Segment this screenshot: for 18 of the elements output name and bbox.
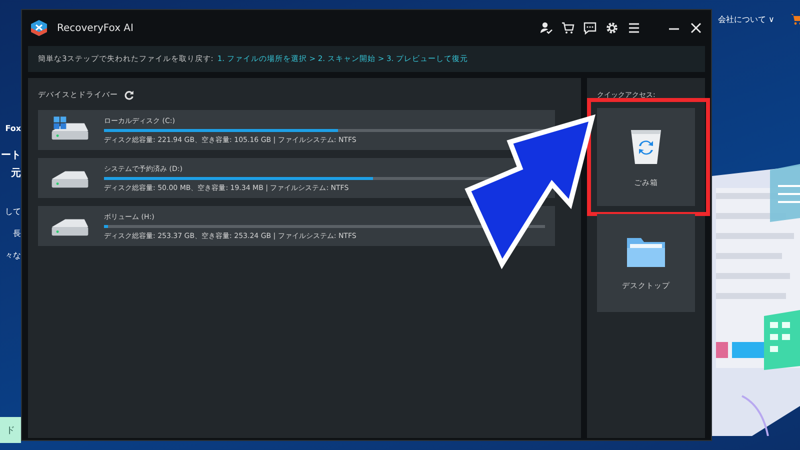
- settings-icon[interactable]: [605, 21, 619, 35]
- chat-icon[interactable]: [583, 21, 597, 35]
- page-text: 々な: [4, 250, 21, 262]
- folder-icon: [626, 235, 666, 269]
- cart-icon[interactable]: [561, 21, 575, 35]
- page-text: 元: [10, 167, 21, 181]
- menu-icon[interactable]: [627, 21, 641, 35]
- user-check-icon[interactable]: [539, 21, 553, 35]
- refresh-icon[interactable]: [124, 90, 134, 100]
- page-text: ート: [0, 149, 21, 163]
- page-text: Fox: [4, 124, 21, 133]
- page-text: 長: [12, 228, 21, 240]
- nav-link[interactable]: 会社について ∨: [718, 14, 774, 24]
- close-icon[interactable]: [689, 21, 703, 35]
- app-logo-icon: [29, 18, 49, 38]
- page-text: して: [4, 206, 21, 218]
- window-title: RecoveryFox AI: [57, 22, 134, 34]
- download-button[interactable]: ド: [0, 417, 21, 443]
